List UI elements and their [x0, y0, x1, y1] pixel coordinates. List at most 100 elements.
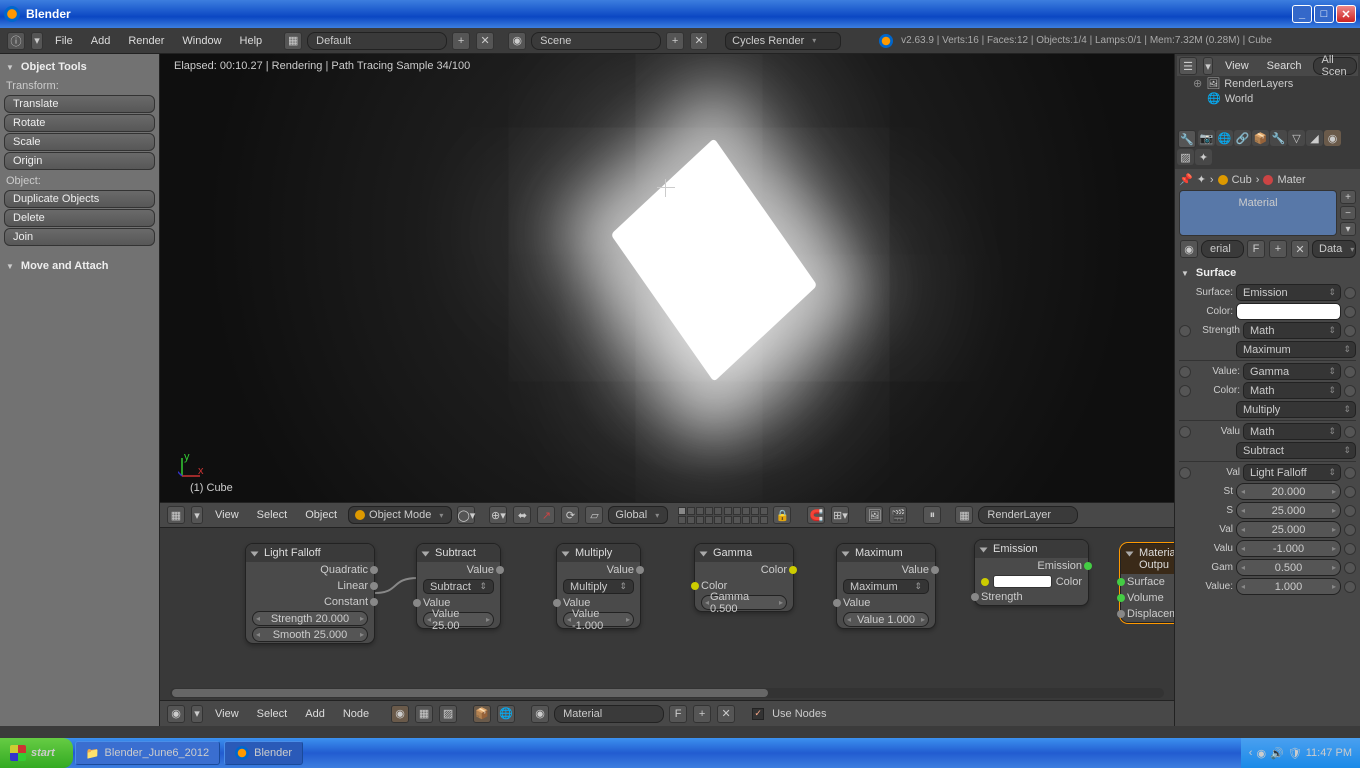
node-multiply[interactable]: Multiply Value Multiply Value Value -1.0… — [556, 543, 641, 629]
color2-select[interactable]: Math — [1243, 382, 1341, 399]
scale-button[interactable]: Scale — [4, 133, 155, 151]
layer-buttons[interactable] — [678, 507, 768, 524]
mat-delete-button[interactable]: ✕ — [717, 705, 735, 723]
tray-chevron-icon[interactable]: ‹ — [1249, 747, 1253, 759]
material-browse-icon[interactable]: ◉ — [531, 705, 549, 723]
surface-panel-header[interactable]: Surface — [1179, 264, 1356, 282]
renderlayer-field[interactable]: RenderLayer — [978, 506, 1078, 524]
layout-browse-icon[interactable]: ▦ — [284, 32, 302, 50]
snap-type-icon[interactable]: ⊞▾ — [831, 506, 849, 524]
math-op-select[interactable]: Maximum — [1236, 341, 1356, 358]
surface-shader-select[interactable]: Emission — [1236, 284, 1341, 301]
value-number[interactable]: 1.000 — [1236, 578, 1341, 595]
menu-help[interactable]: Help — [233, 33, 270, 49]
task-blender[interactable]: Blender — [224, 741, 303, 765]
tab-particles[interactable]: ✦ — [1195, 149, 1212, 165]
select-menu[interactable]: Select — [250, 507, 295, 523]
duplicate-button[interactable]: Duplicate Objects — [4, 190, 155, 208]
node-gamma[interactable]: Gamma Color Color Gamma 0.500 — [694, 543, 794, 612]
node-emission[interactable]: Emission Emission Color Strength — [974, 539, 1089, 606]
slot-menu-button[interactable]: ▾ — [1340, 222, 1356, 236]
valu-select[interactable]: Math — [1243, 423, 1341, 440]
strength-number[interactable]: 20.000 — [1236, 483, 1341, 500]
tab-world[interactable]: 🔗 — [1234, 130, 1251, 146]
use-nodes-checkbox[interactable]: ✓ — [752, 708, 764, 720]
scene-delete-button[interactable]: ✕ — [690, 32, 708, 50]
gamma-number[interactable]: 0.500 — [1236, 559, 1341, 576]
shader-type-icon[interactable]: ◉ — [391, 705, 409, 723]
ol-view[interactable]: View — [1218, 58, 1256, 74]
tab-data[interactable]: ◢ — [1306, 130, 1323, 146]
value-slider[interactable]: Value -1.000 — [563, 612, 634, 627]
prop-type-icon[interactable]: 🔧 — [1178, 130, 1196, 148]
add-menu[interactable]: Add — [298, 706, 332, 722]
gamma-slider[interactable]: Gamma 0.500 — [701, 595, 787, 610]
node-link-dot[interactable] — [1344, 306, 1356, 318]
tray-icon-2[interactable]: 🔊 — [1270, 747, 1284, 760]
render-image-icon[interactable]: 🖼 — [865, 506, 883, 524]
outliner-item-world[interactable]: 🌐World — [1177, 91, 1358, 106]
pivot-dropdown[interactable]: ⊕▾ — [489, 506, 507, 524]
move-attach-header[interactable]: Move and Attach — [4, 257, 155, 275]
value-slider[interactable]: Value 25.00 — [423, 612, 494, 627]
slot-remove-button[interactable]: − — [1340, 206, 1356, 220]
object-shader-icon[interactable]: 📦 — [473, 705, 491, 723]
slot-add-button[interactable]: + — [1340, 190, 1356, 204]
color-field[interactable] — [1236, 303, 1341, 320]
compositing-type-icon[interactable]: ▦ — [415, 705, 433, 723]
tab-constraints[interactable]: 🔧 — [1270, 130, 1287, 146]
pause-icon[interactable]: ⏸ — [923, 506, 941, 524]
node-maximum[interactable]: Maximum Value Maximum Value Value 1.000 — [836, 543, 936, 629]
mat-del[interactable]: ✕ — [1291, 240, 1309, 258]
smooth-slider[interactable]: Smooth 25.000 — [252, 627, 368, 642]
mat-name-field[interactable]: erial — [1201, 240, 1244, 258]
select-menu[interactable]: Select — [250, 706, 295, 722]
object-menu[interactable]: Object — [298, 507, 344, 523]
color-swatch[interactable] — [993, 575, 1052, 588]
renderlayer-browse-icon[interactable]: ▦ — [955, 506, 973, 524]
node-light-falloff[interactable]: Light Falloff Quadratic Linear Constant … — [245, 543, 375, 644]
layout-delete-button[interactable]: ✕ — [476, 32, 494, 50]
outliner-type-icon[interactable]: ☰ — [1179, 57, 1197, 75]
menu-file[interactable]: File — [48, 33, 80, 49]
rotate-manip-icon[interactable]: ⟳ — [561, 506, 579, 524]
strength-slider[interactable]: Strength 20.000 — [252, 611, 368, 626]
origin-button[interactable]: Origin — [4, 152, 155, 170]
lock-icon[interactable]: 🔒 — [773, 506, 791, 524]
object-tools-header[interactable]: Object Tools — [4, 58, 155, 76]
outliner-filter[interactable]: All Scen — [1313, 57, 1357, 75]
texture-type-icon[interactable]: ▨ — [439, 705, 457, 723]
strength-type-select[interactable]: Math — [1243, 322, 1341, 339]
math-op-subtract[interactable]: Subtract — [1236, 442, 1356, 459]
start-button[interactable]: start — [0, 738, 73, 768]
minimize-button[interactable]: _ — [1292, 5, 1312, 23]
node-editor[interactable]: Light Falloff Quadratic Linear Constant … — [160, 528, 1174, 700]
fake-user-f[interactable]: F — [1247, 240, 1265, 258]
tray-icon-1[interactable]: ◉ — [1256, 747, 1266, 760]
translate-button[interactable]: Translate — [4, 95, 155, 113]
collapse-icon[interactable]: ▾ — [191, 705, 203, 723]
tab-texture[interactable]: ▨ — [1177, 149, 1194, 165]
scene-dropdown[interactable]: Scene — [531, 32, 661, 50]
editor-type-node-icon[interactable]: ◉ — [167, 705, 185, 723]
editor-type-icon[interactable]: ⓘ — [7, 32, 25, 50]
translate-manip-icon[interactable]: ↗ — [537, 506, 555, 524]
val-select[interactable]: Light Falloff — [1243, 464, 1341, 481]
system-tray[interactable]: ‹ ◉ 🔊 🛡 11:47 PM — [1241, 738, 1360, 768]
join-button[interactable]: Join — [4, 228, 155, 246]
scene-browse-icon[interactable]: ◉ — [508, 32, 526, 50]
mat-browse-icon[interactable]: ◉ — [1180, 240, 1198, 258]
collapse-icon[interactable]: ▾ — [1203, 57, 1213, 75]
material-name-field[interactable]: Material — [554, 705, 664, 723]
fake-user-button[interactable]: F — [669, 705, 687, 723]
snap-icon[interactable]: 🧲 — [807, 506, 825, 524]
menu-add[interactable]: Add — [84, 33, 118, 49]
scene-add-button[interactable]: + — [666, 32, 684, 50]
layout-add-button[interactable]: + — [452, 32, 470, 50]
mat-add[interactable]: + — [1269, 240, 1287, 258]
smooth-number[interactable]: 25.000 — [1236, 502, 1341, 519]
node-scrollbar[interactable] — [170, 688, 1164, 698]
val-number[interactable]: 25.000 — [1236, 521, 1341, 538]
shading-dropdown[interactable]: ◯▾ — [457, 506, 475, 524]
value-select[interactable]: Gamma — [1243, 363, 1341, 380]
